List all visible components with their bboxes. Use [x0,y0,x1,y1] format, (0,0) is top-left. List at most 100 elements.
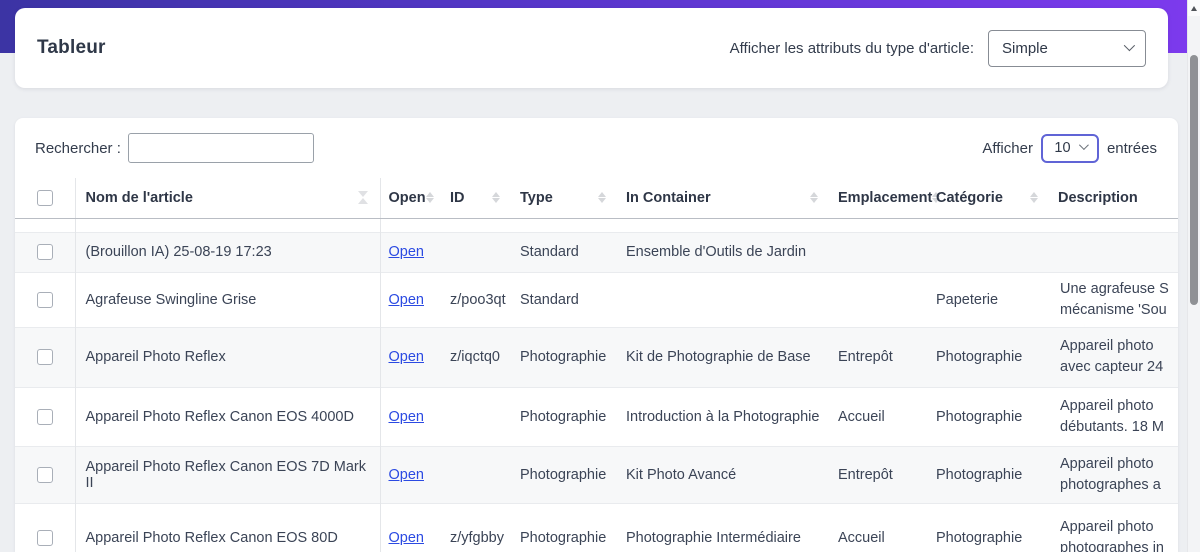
cell-item-name: Appareil Photo Reflex Canon EOS 4000D [74,386,380,446]
table-spacer-row [15,218,1178,232]
vertical-scrollbar[interactable] [1187,0,1200,552]
cell-id [442,386,512,446]
sort-icon[interactable] [1030,192,1038,203]
cell-emplacement: Accueil [830,386,928,446]
cell-in-container: Kit Photo Avancé [618,445,830,503]
entries-show-label: Afficher [982,139,1033,157]
sort-icon[interactable] [598,192,606,203]
cell-item-name: Agrafeuse Swingline Grise [74,271,380,327]
chevron-down-icon [1078,140,1089,151]
cell-in-container: Introduction à la Photographie [618,386,830,446]
cell-in-container: Photographie Intermédiaire [618,502,830,552]
column-header-open[interactable]: Open [389,190,426,206]
sort-icon[interactable] [810,192,818,203]
cell-emplacement: Entrepôt [830,326,928,387]
select-all-checkbox[interactable] [36,189,53,206]
open-link[interactable]: Open [389,349,424,365]
cell-type: Photographie [512,386,618,446]
cell-type: Photographie [512,445,618,503]
table-header-row: Nom de l'article Open ID Type In Contain… [15,178,1178,219]
cell-type: Standard [512,271,618,327]
attribute-type-selected-value: Simple [1002,39,1048,57]
cell-categorie [928,231,1050,272]
cell-description-line2: mécanisme 'Sou [1060,301,1167,318]
cell-categorie: Photographie [928,445,1050,503]
open-link[interactable]: Open [389,244,424,260]
column-header-nom[interactable]: Nom de l'article [86,190,193,206]
row-checkbox[interactable] [36,466,53,483]
entries-group: Afficher 10 entrées [982,133,1157,163]
cell-item-name: Appareil Photo Reflex [74,326,380,387]
table-row: Appareil Photo Reflex Canon EOS 7D Mark … [15,445,1178,503]
cell-id: z/yfgbby [442,502,512,552]
row-checkbox[interactable] [36,244,53,261]
cell-categorie: Papeterie [928,271,1050,327]
cell-categorie: Photographie [928,326,1050,387]
cell-description-line1: Appareil photo [1060,397,1154,414]
items-table: Nom de l'article Open ID Type In Contain… [15,178,1178,552]
entries-count-select[interactable]: 10 [1040,133,1099,163]
cell-item-name: Appareil Photo Reflex Canon EOS 80D [74,502,380,552]
cell-categorie: Photographie [928,386,1050,446]
attribute-type-group: Afficher les attributs du type d'article… [729,29,1146,67]
table-row: Appareil Photo Reflex Canon EOS 80D Open… [15,502,1178,552]
column-header-description[interactable]: Description [1058,190,1138,206]
scroll-up-arrow-icon[interactable] [1188,0,1200,16]
table-row: Agrafeuse Swingline Grise Open z/poo3qt … [15,271,1178,327]
cell-id [442,445,512,503]
row-checkbox[interactable] [36,291,53,308]
chevron-down-icon [1123,39,1136,51]
row-checkbox[interactable] [36,408,53,425]
table-row: (Brouillon IA) 25-08-19 17:23 Open Stand… [15,231,1178,272]
column-header-id[interactable]: ID [450,190,465,206]
attribute-type-label: Afficher les attributs du type d'article… [729,39,974,57]
row-checkbox[interactable] [36,349,53,366]
table-toolbar: Rechercher : Afficher 10 entrées [15,118,1178,178]
row-checkbox[interactable] [36,530,53,547]
attribute-type-select[interactable]: Simple [988,29,1146,67]
entries-suffix-label: entrées [1106,139,1157,157]
cell-description-line1: Une agrafeuse S [1060,280,1169,297]
cell-in-container: Kit de Photographie de Base [618,326,830,387]
entries-count-value: 10 [1054,140,1071,156]
search-group: Rechercher : [35,133,314,163]
page-title: Tableur [37,37,106,58]
search-input[interactable] [127,133,314,163]
cell-description-line1: Appareil photo [1060,519,1154,536]
cell-description-line2: photographes in [1060,540,1164,552]
sort-icon[interactable] [492,192,500,203]
cell-emplacement: Entrepôt [830,445,928,503]
cell-categorie: Photographie [928,502,1050,552]
cell-id: z/iqctq0 [442,326,512,387]
open-link[interactable]: Open [389,530,424,546]
table-row: Appareil Photo Reflex Canon EOS 4000D Op… [15,386,1178,446]
cell-description-line2: photographes a [1060,476,1161,493]
cell-emplacement [830,231,928,272]
open-link[interactable]: Open [389,409,424,425]
cell-description-line1: Appareil photo [1060,338,1154,354]
search-label: Rechercher : [35,139,121,157]
cell-type: Standard [512,231,618,272]
column-header-emplacement[interactable]: Emplacement [838,190,932,206]
sort-active-icon[interactable] [358,191,368,204]
scrollbar-thumb[interactable] [1190,55,1198,305]
cell-in-container [618,271,830,327]
cell-emplacement [830,271,928,327]
cell-in-container: Ensemble d'Outils de Jardin [618,231,830,272]
open-link[interactable]: Open [389,292,424,308]
cell-id [442,231,512,272]
cell-emplacement: Accueil [830,502,928,552]
cell-item-name: Appareil Photo Reflex Canon EOS 7D Mark … [74,445,380,503]
cell-item-name: (Brouillon IA) 25-08-19 17:23 [74,231,380,272]
table-card: Rechercher : Afficher 10 entrées Nom de … [15,118,1178,552]
column-header-type[interactable]: Type [520,190,553,206]
cell-type: Photographie [512,326,618,387]
open-link[interactable]: Open [389,467,424,483]
sort-icon[interactable] [426,192,434,203]
page-header-card: Tableur Afficher les attributs du type d… [15,8,1168,88]
column-header-in-container[interactable]: In Container [626,190,711,206]
cell-description-line1: Appareil photo [1060,455,1154,472]
table-row: Appareil Photo Reflex Open z/iqctq0 Phot… [15,326,1178,387]
cell-type: Photographie [512,502,618,552]
column-header-categorie[interactable]: Catégorie [936,190,1003,206]
